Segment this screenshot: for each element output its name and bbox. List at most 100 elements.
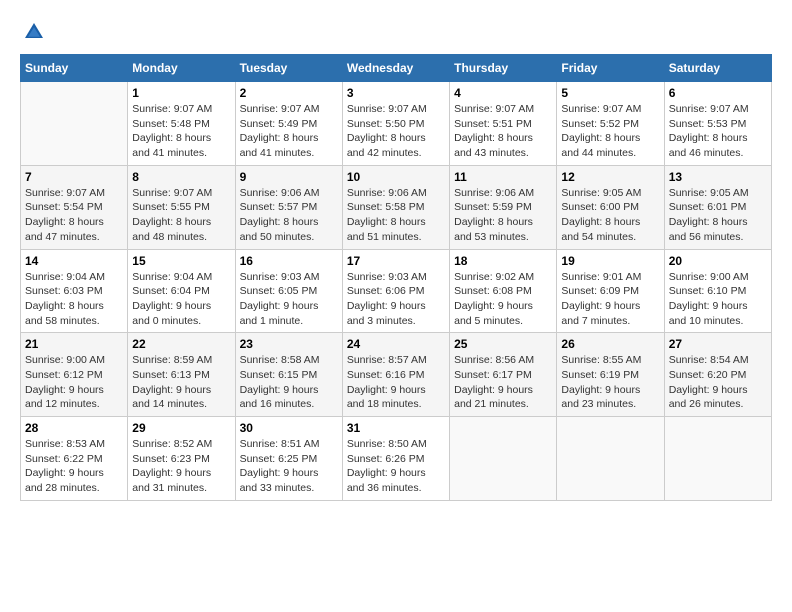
day-info: Sunrise: 9:05 AMSunset: 6:00 PMDaylight:… (561, 186, 659, 245)
day-info: Sunrise: 8:59 AMSunset: 6:13 PMDaylight:… (132, 353, 230, 412)
day-info: Sunrise: 9:02 AMSunset: 6:08 PMDaylight:… (454, 270, 552, 329)
day-info: Sunrise: 9:07 AMSunset: 5:53 PMDaylight:… (669, 102, 767, 161)
day-number: 31 (347, 421, 445, 435)
calendar-cell: 19 Sunrise: 9:01 AMSunset: 6:09 PMDayligh… (557, 249, 664, 333)
day-number: 24 (347, 337, 445, 351)
calendar-cell (557, 417, 664, 501)
calendar-cell: 7 Sunrise: 9:07 AMSunset: 5:54 PMDaylight… (21, 165, 128, 249)
day-number: 9 (240, 170, 338, 184)
calendar-cell: 6 Sunrise: 9:07 AMSunset: 5:53 PMDaylight… (664, 82, 771, 166)
day-number: 7 (25, 170, 123, 184)
weekday-header-friday: Friday (557, 55, 664, 82)
day-number: 15 (132, 254, 230, 268)
calendar-cell: 25 Sunrise: 8:56 AMSunset: 6:17 PMDayligh… (450, 333, 557, 417)
day-number: 1 (132, 86, 230, 100)
calendar-cell: 12 Sunrise: 9:05 AMSunset: 6:00 PMDayligh… (557, 165, 664, 249)
calendar-week-row: 28 Sunrise: 8:53 AMSunset: 6:22 PMDayligh… (21, 417, 772, 501)
calendar-cell: 16Sunrise: 9:03 AMSunset: 6:05 PMDayligh… (235, 249, 342, 333)
calendar-cell: 17 Sunrise: 9:03 AMSunset: 6:06 PMDayligh… (342, 249, 449, 333)
day-info: Sunrise: 9:03 AMSunset: 6:06 PMDaylight:… (347, 270, 445, 329)
weekday-header-wednesday: Wednesday (342, 55, 449, 82)
weekday-header-saturday: Saturday (664, 55, 771, 82)
day-info: Sunrise: 9:00 AMSunset: 6:12 PMDaylight:… (25, 353, 123, 412)
day-info: Sunrise: 8:52 AMSunset: 6:23 PMDaylight:… (132, 437, 230, 496)
calendar-cell: 4 Sunrise: 9:07 AMSunset: 5:51 PMDaylight… (450, 82, 557, 166)
calendar-cell: 27 Sunrise: 8:54 AMSunset: 6:20 PMDayligh… (664, 333, 771, 417)
calendar-week-row: 14 Sunrise: 9:04 AMSunset: 6:03 PMDayligh… (21, 249, 772, 333)
day-info: Sunrise: 9:07 AMSunset: 5:49 PMDaylight:… (240, 102, 338, 161)
day-number: 21 (25, 337, 123, 351)
calendar-cell: 31 Sunrise: 8:50 AMSunset: 6:26 PMDayligh… (342, 417, 449, 501)
day-number: 12 (561, 170, 659, 184)
day-number: 20 (669, 254, 767, 268)
calendar-week-row: 7 Sunrise: 9:07 AMSunset: 5:54 PMDaylight… (21, 165, 772, 249)
calendar-cell: 21 Sunrise: 9:00 AMSunset: 6:12 PMDayligh… (21, 333, 128, 417)
calendar-cell: 8Sunrise: 9:07 AMSunset: 5:55 PMDaylight… (128, 165, 235, 249)
day-info: Sunrise: 9:06 AMSunset: 5:59 PMDaylight:… (454, 186, 552, 245)
day-info: Sunrise: 9:06 AMSunset: 5:57 PMDaylight:… (240, 186, 338, 245)
logo-icon (22, 20, 46, 44)
day-info: Sunrise: 8:50 AMSunset: 6:26 PMDaylight:… (347, 437, 445, 496)
weekday-header-monday: Monday (128, 55, 235, 82)
day-number: 28 (25, 421, 123, 435)
calendar-week-row: 21 Sunrise: 9:00 AMSunset: 6:12 PMDayligh… (21, 333, 772, 417)
calendar-cell: 18Sunrise: 9:02 AMSunset: 6:08 PMDayligh… (450, 249, 557, 333)
calendar-cell: 13 Sunrise: 9:05 AMSunset: 6:01 PMDayligh… (664, 165, 771, 249)
day-info: Sunrise: 9:07 AMSunset: 5:51 PMDaylight:… (454, 102, 552, 161)
weekday-header-sunday: Sunday (21, 55, 128, 82)
calendar-cell: 3Sunrise: 9:07 AMSunset: 5:50 PMDaylight… (342, 82, 449, 166)
calendar-week-row: 1Sunrise: 9:07 AMSunset: 5:48 PMDaylight… (21, 82, 772, 166)
calendar-cell (664, 417, 771, 501)
day-number: 2 (240, 86, 338, 100)
day-number: 23 (240, 337, 338, 351)
calendar-table: SundayMondayTuesdayWednesdayThursdayFrid… (20, 54, 772, 501)
day-info: Sunrise: 9:05 AMSunset: 6:01 PMDaylight:… (669, 186, 767, 245)
day-number: 17 (347, 254, 445, 268)
day-number: 22 (132, 337, 230, 351)
day-info: Sunrise: 8:56 AMSunset: 6:17 PMDaylight:… (454, 353, 552, 412)
day-number: 19 (561, 254, 659, 268)
day-number: 14 (25, 254, 123, 268)
day-info: Sunrise: 9:07 AMSunset: 5:54 PMDaylight:… (25, 186, 123, 245)
calendar-cell: 5 Sunrise: 9:07 AMSunset: 5:52 PMDaylight… (557, 82, 664, 166)
day-number: 29 (132, 421, 230, 435)
calendar-cell: 15 Sunrise: 9:04 AMSunset: 6:04 PMDayligh… (128, 249, 235, 333)
day-number: 4 (454, 86, 552, 100)
calendar-cell (450, 417, 557, 501)
calendar-cell: 24 Sunrise: 8:57 AMSunset: 6:16 PMDayligh… (342, 333, 449, 417)
day-info: Sunrise: 9:04 AMSunset: 6:04 PMDaylight:… (132, 270, 230, 329)
day-info: Sunrise: 8:54 AMSunset: 6:20 PMDaylight:… (669, 353, 767, 412)
calendar-cell: 22 Sunrise: 8:59 AMSunset: 6:13 PMDayligh… (128, 333, 235, 417)
calendar-cell: 2 Sunrise: 9:07 AMSunset: 5:49 PMDaylight… (235, 82, 342, 166)
weekday-header-thursday: Thursday (450, 55, 557, 82)
page-header (20, 20, 772, 44)
day-number: 11 (454, 170, 552, 184)
day-info: Sunrise: 8:51 AMSunset: 6:25 PMDaylight:… (240, 437, 338, 496)
calendar-cell: 11 Sunrise: 9:06 AMSunset: 5:59 PMDayligh… (450, 165, 557, 249)
weekday-header-row: SundayMondayTuesdayWednesdayThursdayFrid… (21, 55, 772, 82)
day-number: 13 (669, 170, 767, 184)
day-number: 26 (561, 337, 659, 351)
day-number: 5 (561, 86, 659, 100)
day-info: Sunrise: 9:00 AMSunset: 6:10 PMDaylight:… (669, 270, 767, 329)
calendar-cell: 29 Sunrise: 8:52 AMSunset: 6:23 PMDayligh… (128, 417, 235, 501)
day-number: 27 (669, 337, 767, 351)
calendar-cell: 20 Sunrise: 9:00 AMSunset: 6:10 PMDayligh… (664, 249, 771, 333)
day-number: 16 (240, 254, 338, 268)
calendar-cell: 14 Sunrise: 9:04 AMSunset: 6:03 PMDayligh… (21, 249, 128, 333)
logo (20, 20, 46, 44)
day-info: Sunrise: 9:01 AMSunset: 6:09 PMDaylight:… (561, 270, 659, 329)
calendar-cell: 9 Sunrise: 9:06 AMSunset: 5:57 PMDaylight… (235, 165, 342, 249)
day-info: Sunrise: 8:57 AMSunset: 6:16 PMDaylight:… (347, 353, 445, 412)
weekday-header-tuesday: Tuesday (235, 55, 342, 82)
day-number: 25 (454, 337, 552, 351)
day-info: Sunrise: 9:04 AMSunset: 6:03 PMDaylight:… (25, 270, 123, 329)
calendar-cell: 28 Sunrise: 8:53 AMSunset: 6:22 PMDayligh… (21, 417, 128, 501)
day-number: 10 (347, 170, 445, 184)
day-info: Sunrise: 8:55 AMSunset: 6:19 PMDaylight:… (561, 353, 659, 412)
day-info: Sunrise: 9:07 AMSunset: 5:50 PMDaylight:… (347, 102, 445, 161)
day-info: Sunrise: 8:53 AMSunset: 6:22 PMDaylight:… (25, 437, 123, 496)
day-info: Sunrise: 9:07 AMSunset: 5:52 PMDaylight:… (561, 102, 659, 161)
day-number: 6 (669, 86, 767, 100)
calendar-cell: 26 Sunrise: 8:55 AMSunset: 6:19 PMDayligh… (557, 333, 664, 417)
